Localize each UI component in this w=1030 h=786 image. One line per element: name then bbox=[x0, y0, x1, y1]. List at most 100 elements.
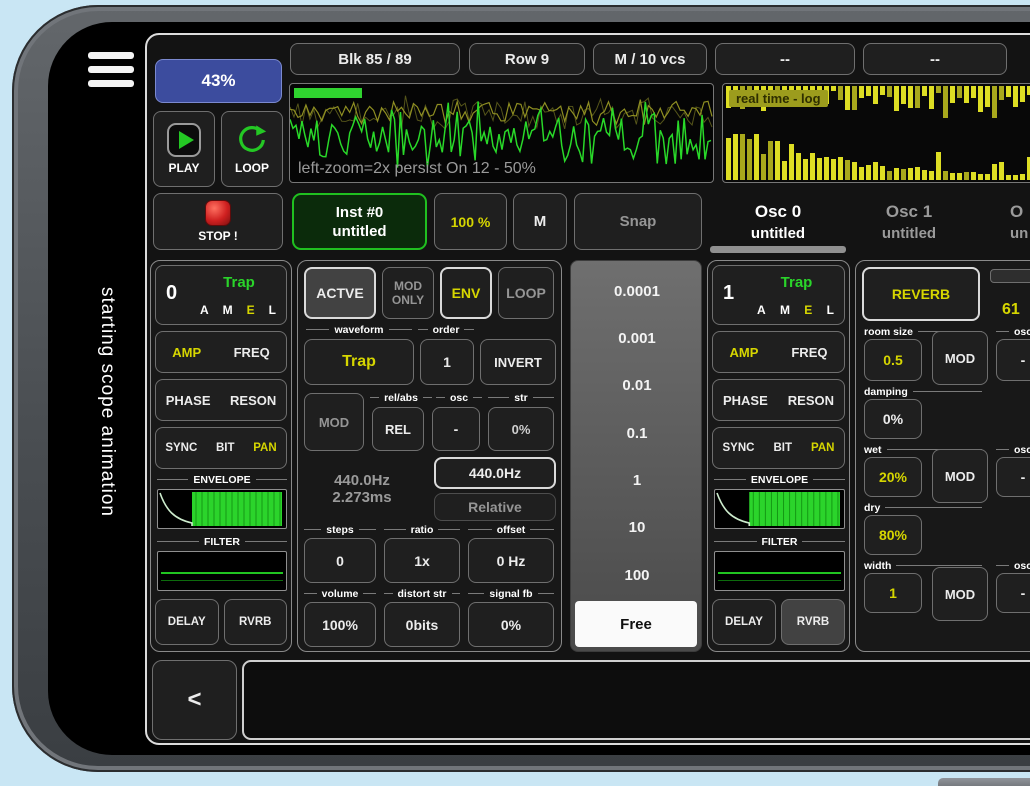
pan-toggle[interactable]: PAN bbox=[253, 442, 276, 454]
room-osc-button[interactable]: - bbox=[996, 339, 1030, 381]
spectrum-display[interactable]: real time - log bbox=[722, 83, 1030, 183]
instrument-volume-button[interactable]: 100 % bbox=[434, 193, 507, 250]
instrument-name: Inst #0 bbox=[336, 204, 384, 221]
mod-button[interactable]: MOD bbox=[304, 393, 364, 451]
letter-a[interactable]: A bbox=[757, 303, 766, 317]
letter-l[interactable]: L bbox=[269, 303, 276, 317]
tab-osc2[interactable]: O un bbox=[982, 190, 1030, 254]
letter-a[interactable]: A bbox=[200, 303, 209, 317]
cpu-load-button[interactable]: 43% bbox=[155, 59, 282, 103]
volume-button[interactable]: 100% bbox=[304, 602, 376, 647]
room-mod-button[interactable]: MOD bbox=[932, 331, 988, 385]
invert-button[interactable]: INVERT bbox=[480, 339, 556, 385]
order-button[interactable]: 1 bbox=[420, 339, 474, 385]
letter-e[interactable]: E bbox=[247, 303, 255, 317]
letter-m[interactable]: M bbox=[223, 303, 233, 317]
instrument-button[interactable]: Inst #0 untitled bbox=[292, 193, 427, 250]
amp-toggle[interactable]: AMP bbox=[172, 345, 201, 360]
stop-button[interactable]: STOP ! bbox=[153, 193, 283, 250]
reson-toggle[interactable]: RESON bbox=[230, 393, 276, 408]
back-button[interactable]: < bbox=[152, 660, 237, 740]
value-slider[interactable]: 0.0001 0.001 0.01 0.1 1 10 100 Free bbox=[570, 260, 702, 652]
filter-display[interactable] bbox=[157, 551, 287, 591]
envelope-display[interactable] bbox=[157, 489, 287, 529]
effect-name-button[interactable]: REVERB bbox=[862, 267, 980, 321]
ratio-button[interactable]: 1x bbox=[384, 538, 460, 583]
damping-button[interactable]: 0% bbox=[864, 399, 922, 439]
bit-toggle[interactable]: BIT bbox=[216, 442, 235, 454]
active-tab-indicator bbox=[710, 246, 846, 253]
str-value-button[interactable]: 0% bbox=[488, 407, 554, 451]
letter-e[interactable]: E bbox=[804, 303, 812, 317]
pan-toggle[interactable]: PAN bbox=[811, 442, 834, 454]
relative-button[interactable]: Relative bbox=[434, 493, 556, 521]
letter-m[interactable]: M bbox=[780, 303, 790, 317]
tab-osc0[interactable]: Osc 0 untitled bbox=[707, 190, 849, 254]
freq-value-button[interactable]: 440.0Hz bbox=[434, 457, 556, 489]
steps-button[interactable]: 0 bbox=[304, 538, 376, 583]
mod-only-toggle[interactable]: MOD ONLY bbox=[382, 267, 434, 319]
order-label: order bbox=[418, 323, 474, 336]
width-osc-button[interactable]: - bbox=[996, 573, 1030, 613]
osc-label: osc bbox=[996, 325, 1030, 338]
osc0-fx-row: DELAY RVRB bbox=[155, 599, 287, 645]
bit-toggle[interactable]: BIT bbox=[773, 442, 792, 454]
delay-button[interactable]: DELAY bbox=[712, 599, 776, 645]
signal-fb-button[interactable]: 0% bbox=[468, 602, 554, 647]
snap-button[interactable]: Snap bbox=[574, 193, 702, 250]
phase-toggle[interactable]: PHASE bbox=[723, 393, 768, 408]
osc0-header-button[interactable]: 0 Trap A M E L bbox=[155, 265, 287, 325]
letter-l[interactable]: L bbox=[827, 303, 834, 317]
rel-button[interactable]: REL bbox=[372, 407, 424, 451]
wave-type-button[interactable]: Trap bbox=[304, 339, 414, 385]
mono-button[interactable]: M bbox=[513, 193, 567, 250]
sync-toggle[interactable]: SYNC bbox=[723, 442, 755, 454]
rotated-status-text: starting scope animation bbox=[92, 234, 122, 570]
filter-display[interactable] bbox=[714, 551, 845, 591]
tab-osc1[interactable]: Osc 1 untitled bbox=[854, 190, 964, 254]
phase-toggle[interactable]: PHASE bbox=[166, 393, 211, 408]
signal-fb-label: signal fb bbox=[468, 587, 554, 600]
osc-select-button[interactable]: - bbox=[432, 407, 480, 451]
voices-counter-button[interactable]: M / 10 vcs bbox=[593, 43, 707, 75]
width-mod-button[interactable]: MOD bbox=[932, 567, 988, 621]
wet-button[interactable]: 20% bbox=[864, 457, 922, 497]
loop-button[interactable]: LOOP bbox=[221, 111, 283, 187]
effect-level-slider[interactable] bbox=[990, 269, 1030, 283]
block-counter-button[interactable]: Blk 85 / 89 bbox=[290, 43, 460, 75]
freq-info-ms: 2.273ms bbox=[332, 489, 391, 506]
phone-side-button bbox=[938, 778, 1030, 786]
freq-toggle[interactable]: FREQ bbox=[234, 345, 270, 360]
osc1-header-button[interactable]: 1 Trap A M E L bbox=[712, 265, 845, 325]
wet-osc-button[interactable]: - bbox=[996, 457, 1030, 497]
menu-icon[interactable] bbox=[88, 52, 134, 87]
tick-0: 0.0001 bbox=[571, 283, 703, 300]
room-size-button[interactable]: 0.5 bbox=[864, 339, 922, 381]
amp-toggle[interactable]: AMP bbox=[729, 345, 758, 360]
offset-button[interactable]: 0 Hz bbox=[468, 538, 554, 583]
scope-display[interactable]: left-zoom=2x persist On 12 - 50% bbox=[289, 83, 714, 183]
width-button[interactable]: 1 bbox=[864, 573, 922, 613]
row-counter-button[interactable]: Row 9 bbox=[469, 43, 585, 75]
reverb-send-button[interactable]: RVRB bbox=[781, 599, 845, 645]
wet-mod-button[interactable]: MOD bbox=[932, 449, 988, 503]
str-label: str bbox=[488, 391, 554, 404]
instrument-subname: untitled bbox=[332, 223, 386, 240]
loop-toggle[interactable]: LOOP bbox=[498, 267, 554, 319]
envelope-display[interactable] bbox=[714, 489, 845, 529]
empty-slot-button-1[interactable]: -- bbox=[715, 43, 855, 75]
reson-toggle[interactable]: RESON bbox=[788, 393, 834, 408]
delay-button[interactable]: DELAY bbox=[155, 599, 219, 645]
sync-toggle[interactable]: SYNC bbox=[165, 442, 197, 454]
active-toggle[interactable]: ACTVE bbox=[304, 267, 376, 319]
dry-button[interactable]: 80% bbox=[864, 515, 922, 555]
freq-toggle[interactable]: FREQ bbox=[791, 345, 827, 360]
env-toggle[interactable]: ENV bbox=[440, 267, 492, 319]
free-mode-button[interactable]: Free bbox=[575, 601, 697, 647]
timeline-area[interactable] bbox=[242, 660, 1030, 740]
osc0-mode-letters: A M E L bbox=[200, 303, 276, 317]
reverb-send-button[interactable]: RVRB bbox=[224, 599, 288, 645]
empty-slot-button-2[interactable]: -- bbox=[863, 43, 1007, 75]
distort-button[interactable]: 0bits bbox=[384, 602, 460, 647]
play-button[interactable]: PLAY bbox=[153, 111, 215, 187]
